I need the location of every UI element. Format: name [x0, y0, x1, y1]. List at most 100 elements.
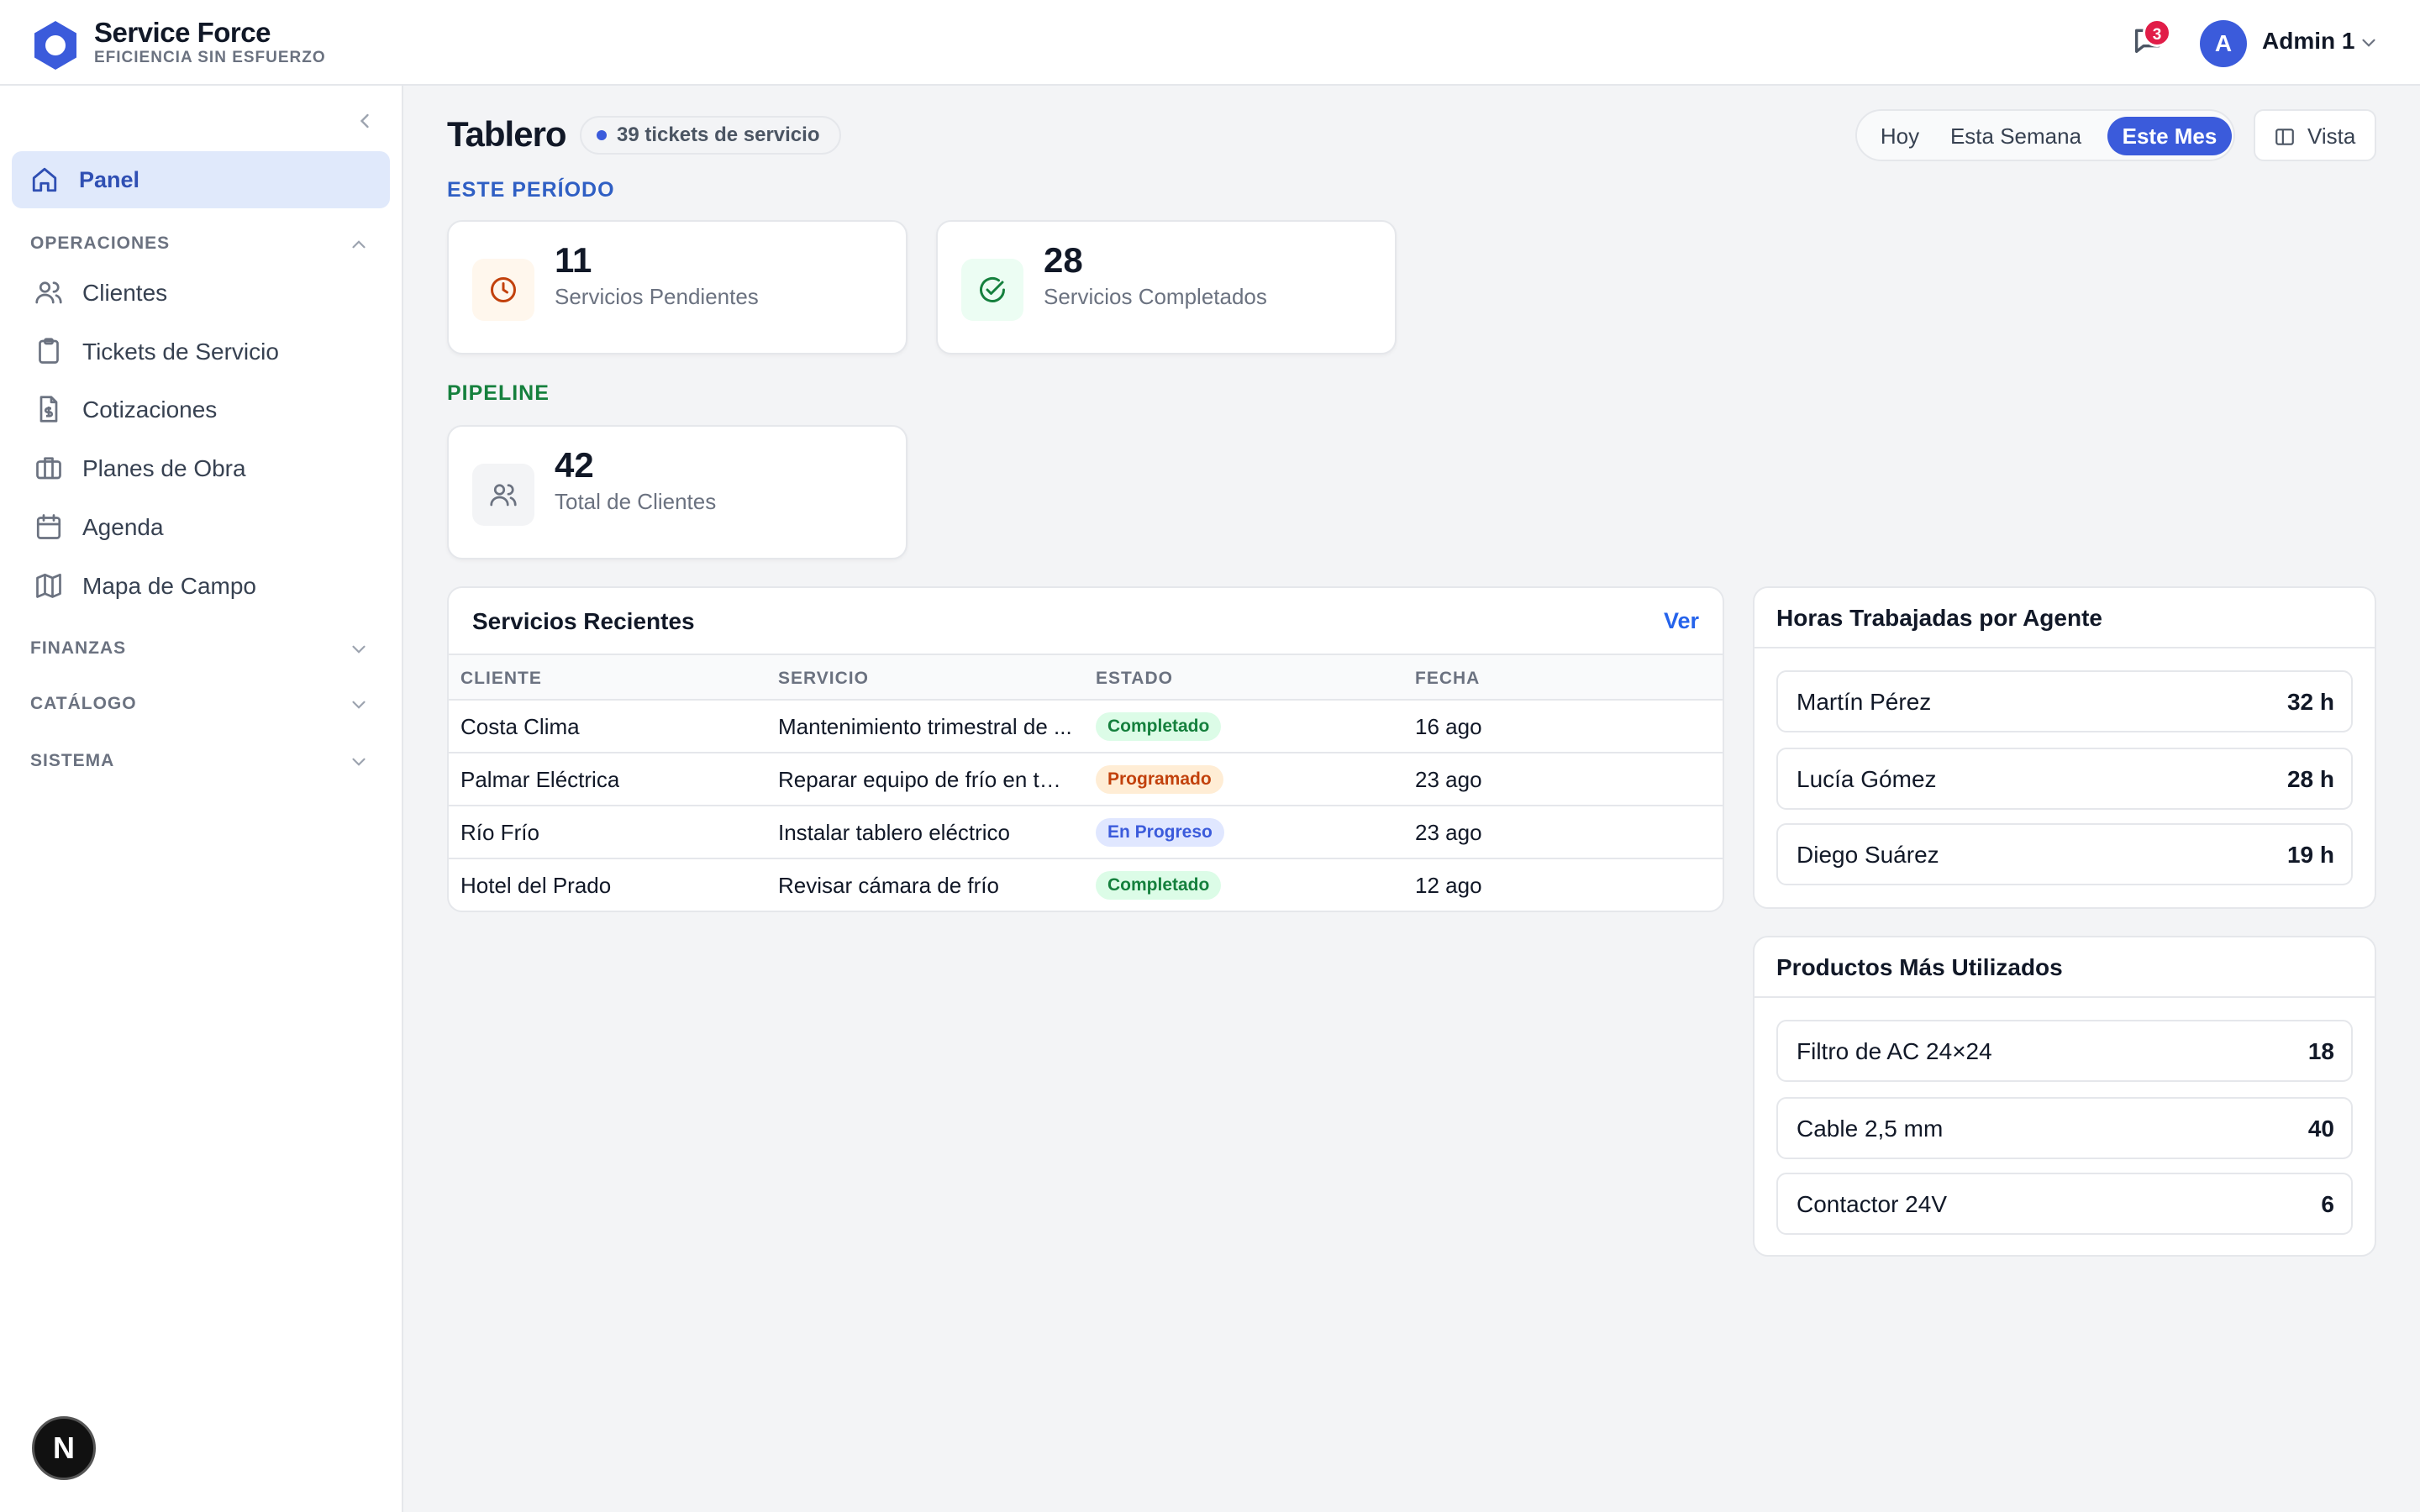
avatar[interactable]: A — [2200, 20, 2247, 67]
cell-servicio: Instalar tablero eléctrico — [778, 820, 1011, 845]
view-button-label: Vista — [2307, 123, 2356, 149]
stat-icon-box — [472, 464, 534, 526]
stat-icon-box — [472, 259, 534, 321]
table-row[interactable]: Hotel del Prado Revisar cámara de frío C… — [449, 859, 1723, 911]
list-item[interactable]: Cable 2,5 mm 40 — [1776, 1097, 2353, 1159]
users-icon — [490, 484, 517, 507]
top-bar: Service Force EFICIENCIA SIN ESFUERZO 3 … — [0, 0, 2420, 86]
status-badge: Completado — [1096, 871, 1222, 900]
chevron-down-icon[interactable] — [348, 751, 370, 773]
stat-value: 28 — [1044, 240, 1083, 280]
stat-card-clients[interactable]: 42 Total de Clientes — [447, 425, 908, 559]
sidebar-item-cotizaciones[interactable]: Cotizaciones — [34, 386, 387, 433]
section-catalogo[interactable]: CATÁLOGO — [30, 694, 137, 714]
agent-hours: 28 h — [2286, 766, 2334, 792]
cell-fecha: 23 ago — [1415, 820, 1482, 845]
column-header[interactable]: CLIENTE — [460, 669, 542, 689]
table-row[interactable]: Costa Clima Mantenimiento trimestral de … — [449, 701, 1723, 753]
card-title: Horas Trabajadas por Agente — [1776, 605, 2102, 631]
users-icon — [35, 281, 62, 304]
cell-fecha: 16 ago — [1415, 714, 1482, 739]
stat-label: Servicios Completados — [1044, 284, 1267, 309]
product-name: Contactor 24V — [1797, 1191, 1947, 1217]
status-badge: Programado — [1096, 765, 1223, 794]
list-item[interactable]: Diego Suárez 19 h — [1776, 823, 2353, 885]
section-sistema[interactable]: SISTEMA — [30, 751, 114, 771]
agent-hours: 19 h — [2286, 842, 2334, 868]
card-title: Servicios Recientes — [472, 608, 695, 634]
notification-badge: 3 — [2143, 18, 2171, 47]
sidebar-item-panel[interactable]: Panel — [12, 151, 390, 208]
chevron-down-icon[interactable] — [2358, 32, 2380, 54]
home-icon — [32, 167, 57, 192]
column-header[interactable]: SERVICIO — [778, 669, 869, 689]
chevron-down-icon[interactable] — [348, 694, 370, 716]
view-button[interactable]: Vista — [2254, 109, 2376, 161]
section-operaciones[interactable]: OPERACIONES — [30, 234, 170, 254]
calendar-icon — [36, 514, 61, 539]
dev-tools-badge[interactable]: N — [32, 1416, 96, 1480]
cell-servicio: Reparar equipo de frío en ter... — [778, 767, 1072, 792]
stat-value: 11 — [555, 240, 592, 280]
list-item[interactable]: Contactor 24V 6 — [1776, 1173, 2353, 1235]
map-icon — [36, 573, 61, 598]
brand-name: Service Force — [94, 17, 271, 48]
stat-label: Total de Clientes — [555, 489, 717, 514]
sidebar-item-label: Clientes — [82, 280, 168, 306]
sidebar-item-label: Mapa de Campo — [82, 573, 257, 599]
stat-value: 42 — [555, 445, 594, 485]
sidebar: Panel OPERACIONES Clientes Tickets de Se… — [0, 86, 403, 1512]
recent-services-card: Servicios Recientes Ver CLIENTE SERVICIO… — [447, 586, 1724, 912]
page-title: Tablero — [447, 114, 567, 154]
cell-fecha: 12 ago — [1415, 873, 1482, 898]
agent-name: Lucía Gómez — [1797, 766, 1937, 792]
card-title: Productos Más Utilizados — [1776, 954, 2063, 980]
range-today-button[interactable]: Hoy — [1867, 117, 1933, 155]
user-name[interactable]: Admin 1 — [2262, 28, 2354, 55]
chevron-left-icon[interactable] — [353, 109, 376, 133]
product-count: 40 — [2307, 1116, 2334, 1142]
product-name: Filtro de AC 24×24 — [1797, 1038, 1992, 1064]
sidebar-item-label: Panel — [79, 167, 140, 192]
table-row[interactable]: Palmar Eléctrica Reparar equipo de frío … — [449, 753, 1723, 806]
status-dot — [597, 130, 607, 140]
chevron-up-icon[interactable] — [348, 234, 370, 255]
list-item[interactable]: Martín Pérez 32 h — [1776, 670, 2353, 732]
briefcase-icon — [36, 457, 61, 480]
section-finanzas[interactable]: FINANZAS — [30, 638, 126, 659]
sidebar-item-tickets[interactable]: Tickets de Servicio — [34, 328, 387, 375]
status-badge: En Progreso — [1096, 818, 1224, 847]
check-circle-icon — [980, 277, 1005, 302]
range-month-button[interactable]: Este Mes — [2107, 117, 2232, 155]
column-header[interactable]: FECHA — [1415, 669, 1480, 689]
sidebar-item-label: Agenda — [82, 514, 164, 540]
sidebar-item-agenda[interactable]: Agenda — [34, 503, 387, 550]
table-row[interactable]: Río Frío Instalar tablero eléctrico En P… — [449, 806, 1723, 859]
chevron-down-icon[interactable] — [348, 638, 370, 660]
clock-icon — [491, 277, 516, 302]
invoice-icon — [39, 396, 58, 423]
agent-name: Martín Pérez — [1797, 689, 1932, 715]
list-item[interactable]: Lucía Gómez 28 h — [1776, 748, 2353, 810]
agent-hours: 32 h — [2286, 689, 2334, 715]
cell-cliente: Hotel del Prado — [460, 873, 612, 898]
cell-servicio: Mantenimiento trimestral de ... — [778, 714, 1072, 739]
top-products-card: Productos Más Utilizados Filtro de AC 24… — [1753, 936, 2376, 1257]
status-badge: Completado — [1096, 712, 1222, 741]
brand-tagline: EFICIENCIA SIN ESFUERZO — [94, 49, 326, 66]
hexagon-logo-icon[interactable] — [29, 18, 82, 72]
stat-card-completed[interactable]: 28 Servicios Completados — [936, 220, 1397, 354]
product-count: 18 — [2307, 1038, 2334, 1064]
stat-card-pending[interactable]: 11 Servicios Pendientes — [447, 220, 908, 354]
list-item[interactable]: Filtro de AC 24×24 18 — [1776, 1020, 2353, 1082]
range-week-button[interactable]: Esta Semana — [1941, 117, 2091, 155]
view-all-link[interactable]: Ver — [1664, 608, 1699, 634]
column-header[interactable]: ESTADO — [1096, 669, 1173, 689]
date-range-toggle: Hoy Esta Semana Este Mes — [1855, 109, 2235, 161]
sidebar-item-planes-de-obra[interactable]: Planes de Obra — [34, 444, 387, 491]
pipeline-section-label: PIPELINE — [447, 381, 550, 405]
stat-icon-box — [961, 259, 1023, 321]
cell-fecha: 23 ago — [1415, 767, 1482, 792]
sidebar-item-mapa-de-campo[interactable]: Mapa de Campo — [34, 562, 387, 609]
sidebar-item-clientes[interactable]: Clientes — [34, 269, 387, 316]
